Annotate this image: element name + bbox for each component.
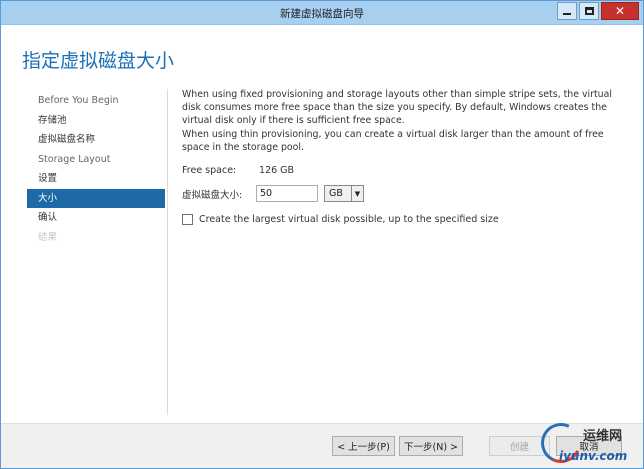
- nav-step-storage-pool[interactable]: 存储池: [27, 111, 165, 131]
- chevron-down-icon: ▼: [351, 186, 363, 201]
- window-title: 新建虚拟磁盘向导: [280, 8, 364, 20]
- nav-step-before-you-begin[interactable]: Before You Begin: [27, 91, 165, 111]
- description-line: disk consumes more free space than the s…: [182, 102, 607, 114]
- nav-step-results: 结果: [38, 231, 58, 243]
- nav-divider: [167, 89, 168, 415]
- wizard-steps-nav: Before You Begin 存储池 虚拟磁盘名称 Storage Layo…: [27, 91, 165, 247]
- minimize-icon: [563, 13, 571, 15]
- nav-step-size[interactable]: 大小: [27, 188, 165, 208]
- nav-step-storage-layout[interactable]: Storage Layout: [27, 150, 165, 170]
- free-space-row: Free space: 126 GB: [182, 165, 294, 176]
- nav-step-settings[interactable]: 设置: [27, 169, 165, 189]
- watermark-url: iyunv.com: [559, 449, 628, 463]
- unit-value: GB: [329, 188, 343, 199]
- description-line: virtual disk only if there is sufficient…: [182, 115, 405, 127]
- maximize-icon: [584, 7, 594, 15]
- maximize-button[interactable]: [579, 2, 599, 20]
- description-block: When using fixed provisioning and storag…: [182, 88, 622, 154]
- free-space-label: Free space:: [182, 165, 237, 176]
- page-title: 指定虚拟磁盘大小: [22, 50, 175, 72]
- watermark-logo: 运维网 iyunv.com: [535, 417, 641, 469]
- size-row: 虚拟磁盘大小: GB ▼: [182, 185, 364, 202]
- nav-step-virtual-disk-name[interactable]: 虚拟磁盘名称: [27, 130, 165, 150]
- close-icon: ✕: [614, 4, 626, 18]
- description-line: When using thin provisioning, you can cr…: [182, 128, 604, 140]
- description-line: When using fixed provisioning and storag…: [182, 89, 612, 100]
- description-line: space in the storage pool.: [182, 141, 304, 153]
- close-button[interactable]: ✕: [601, 2, 639, 20]
- nav-step-confirmation[interactable]: 确认: [27, 208, 165, 228]
- unit-dropdown[interactable]: GB ▼: [324, 185, 364, 202]
- next-button[interactable]: 下一步(N) >: [399, 436, 463, 456]
- free-space-value: 126 GB: [259, 165, 295, 176]
- size-label: 虚拟磁盘大小:: [182, 189, 243, 201]
- watermark-text: 运维网: [583, 429, 623, 444]
- largest-size-checkbox[interactable]: [182, 214, 193, 225]
- title-bar[interactable]: 新建虚拟磁盘向导 ✕: [1, 1, 643, 25]
- previous-button[interactable]: < 上一步(P): [332, 436, 395, 456]
- largest-size-label: Create the largest virtual disk possible…: [199, 214, 499, 225]
- largest-size-option[interactable]: Create the largest virtual disk possible…: [182, 214, 499, 225]
- wizard-window: 新建虚拟磁盘向导 ✕ 指定虚拟磁盘大小 Before You Begin 存储池…: [0, 0, 644, 469]
- size-input[interactable]: [256, 185, 318, 202]
- minimize-button[interactable]: [557, 2, 577, 20]
